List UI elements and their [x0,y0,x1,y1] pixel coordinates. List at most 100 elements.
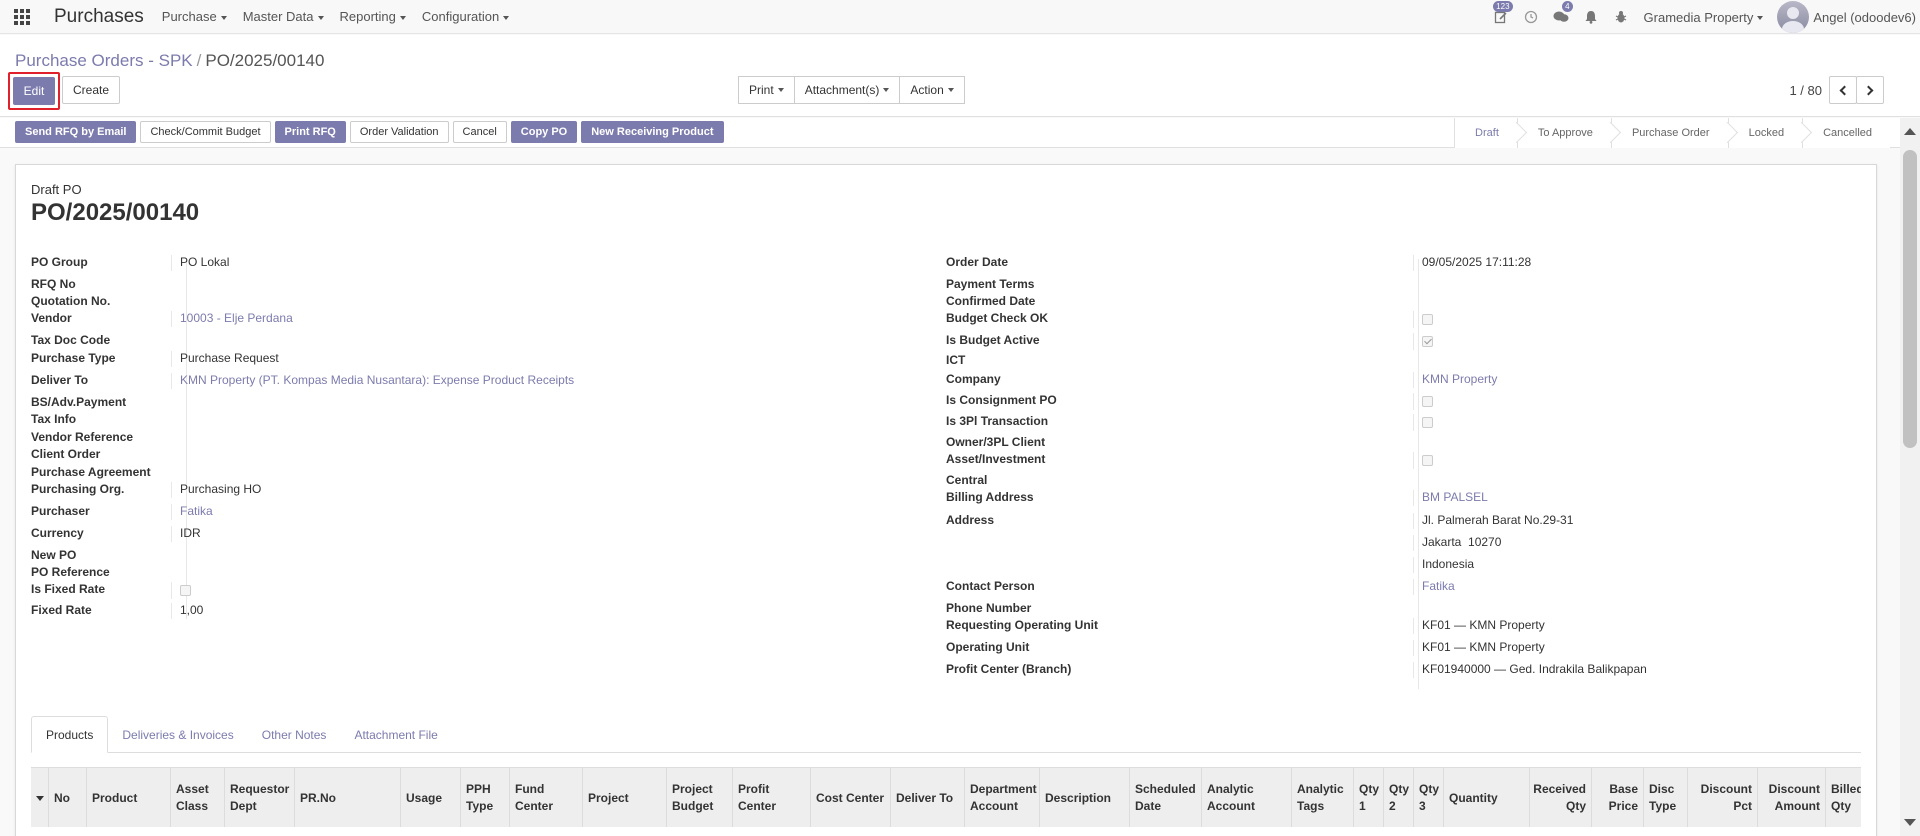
breadcrumb-parent-link[interactable]: Purchase Orders - SPK [15,51,193,70]
column-header[interactable]: Profit Center [733,768,811,827]
column-header[interactable]: Quantity [1444,768,1530,827]
print-dropdown[interactable]: Print [738,76,795,104]
asset-investment-checkbox[interactable] [1422,455,1433,466]
company-link[interactable]: KMN Property [1413,372,1497,388]
column-header[interactable]: Base Price [1592,768,1644,827]
clock-icon[interactable] [1516,0,1546,34]
requesting-operating-unit-value[interactable]: KF01 — KMN Property [1413,618,1545,634]
field-label: Is 3Pl Transaction [946,414,1049,428]
column-header[interactable]: PR.No [295,768,401,827]
column-header[interactable]: No [49,768,87,827]
user-menu[interactable]: Angel (odoodev6) [1777,1,1916,33]
column-header[interactable]: Department Account [965,768,1040,827]
edit-button[interactable]: Edit [13,77,55,105]
order-validation-button[interactable]: Order Validation [349,121,449,143]
is-fixed-rate-checkbox[interactable] [180,585,191,596]
field-contact-person: Contact Person Fatika [946,579,1455,595]
stage-purchase-order[interactable]: Purchase Order [1610,118,1728,148]
column-header[interactable]: Deliver To [891,768,965,827]
pager-next-button[interactable] [1856,76,1884,104]
purchasing-org-value[interactable]: Purchasing HO [171,482,261,498]
purchaser-link[interactable]: Fatika [171,504,213,520]
company-switcher[interactable]: Gramedia Property [1644,10,1764,25]
deliver-to-link[interactable]: KMN Property (PT. Kompas Media Nusantara… [171,373,574,389]
column-header[interactable]: Qty 3 [1414,768,1444,827]
column-header[interactable]: Product [87,768,171,827]
menu-master-data[interactable]: Master Data [243,9,324,24]
column-header[interactable]: Cost Center [811,768,891,827]
column-header[interactable]: Project Budget [667,768,733,827]
pager-value[interactable]: 1 / 80 [1789,83,1822,98]
column-header[interactable]: Analytic Account [1202,768,1292,827]
field-payment-terms: Payment Terms [946,277,1413,291]
column-header[interactable]: Project [583,768,667,827]
address-line-3[interactable]: Indonesia [1413,557,1474,573]
column-header[interactable]: PPH Type [461,768,510,827]
column-header[interactable]: Billed Qty [1826,768,1861,827]
apps-menu-icon[interactable] [0,0,44,34]
column-header[interactable]: Requestor Dept [225,768,295,827]
order-date-value[interactable]: 09/05/2025 17:11:28 [1413,255,1531,271]
po-group-value[interactable]: PO Lokal [171,255,229,271]
column-header[interactable]: Received Qty [1530,768,1592,827]
bug-icon[interactable] [1606,0,1636,34]
column-header[interactable]: Qty 2 [1384,768,1414,827]
activity-edit-icon[interactable]: 123 [1486,0,1516,34]
new-receiving-product-button[interactable]: New Receiving Product [581,121,724,143]
purchase-type-value[interactable]: Purchase Request [171,351,279,367]
column-header[interactable]: Description [1040,768,1130,827]
scrollbar-thumb[interactable] [1903,150,1917,448]
scroll-down-arrow-icon[interactable] [1904,819,1916,826]
column-header[interactable]: Fund Center [510,768,583,827]
pager-previous-button[interactable] [1829,76,1857,104]
currency-value[interactable]: IDR [171,526,201,542]
vendor-link[interactable]: 10003 - Elje Perdana [171,311,293,327]
is-budget-active-checkbox[interactable] [1422,336,1433,347]
stage-to-approve[interactable]: To Approve [1516,118,1611,148]
action-dropdown[interactable]: Action [899,76,965,104]
profit-center-value[interactable]: KF01940000 — Ged. Indrakila Balikpapan [1413,662,1647,678]
stage-locked[interactable]: Locked [1727,118,1803,148]
is-3pl-transaction-checkbox[interactable] [1422,417,1433,428]
column-header[interactable]: Discount Pct [1688,768,1758,827]
column-header[interactable]: Disc Type [1644,768,1688,827]
menu-configuration[interactable]: Configuration [422,9,510,24]
print-rfq-button[interactable]: Print RFQ [274,121,346,143]
vertical-scrollbar[interactable] [1900,118,1920,836]
stage-draft[interactable]: Draft [1454,118,1517,148]
column-header[interactable]: Usage [401,768,461,827]
tab-products[interactable]: Products [31,716,109,753]
budget-check-ok-checkbox[interactable] [1422,314,1433,325]
column-header[interactable]: Scheduled Date [1130,768,1202,827]
contact-person-link[interactable]: Fatika [1413,579,1455,595]
fixed-rate-value[interactable]: 1,00 [171,603,203,619]
scroll-up-arrow-icon[interactable] [1904,128,1916,135]
chat-icon[interactable]: 4 [1546,0,1576,34]
field-label [946,557,1413,573]
address-line-2[interactable]: Jakarta 10270 [1413,535,1501,551]
is-consignment-po-checkbox[interactable] [1422,396,1433,407]
column-header[interactable]: Analytic Tags [1292,768,1354,827]
attachments-dropdown[interactable]: Attachment(s) [793,76,901,104]
tab-other-notes[interactable]: Other Notes [248,716,341,753]
copy-po-button[interactable]: Copy PO [510,121,578,143]
column-header[interactable]: Qty 1 [1354,768,1384,827]
operating-unit-value[interactable]: KF01 — KMN Property [1413,640,1545,656]
cancel-button[interactable]: Cancel [452,121,507,143]
column-header[interactable]: Discount Amount [1758,768,1826,827]
address-line-1[interactable]: Jl. Palmerah Barat No.29-31 [1413,513,1573,529]
check-commit-budget-button[interactable]: Check/Commit Budget [140,121,271,143]
menu-purchase[interactable]: Purchase [162,9,227,24]
send-rfq-email-button[interactable]: Send RFQ by Email [15,121,137,143]
menu-reporting[interactable]: Reporting [340,9,406,24]
column-header[interactable]: Asset Class [171,768,225,827]
create-button[interactable]: Create [62,76,121,104]
billing-address-link[interactable]: BM PALSEL [1413,490,1488,506]
bell-icon[interactable] [1576,0,1606,34]
tab-deliveries-invoices[interactable]: Deliveries & Invoices [108,716,247,753]
sort-toggle[interactable] [31,768,49,827]
caret-down-icon [947,88,954,92]
caret-down-icon [503,15,510,20]
tab-attachment-file[interactable]: Attachment File [340,716,451,753]
stage-cancelled[interactable]: Cancelled [1802,118,1890,148]
